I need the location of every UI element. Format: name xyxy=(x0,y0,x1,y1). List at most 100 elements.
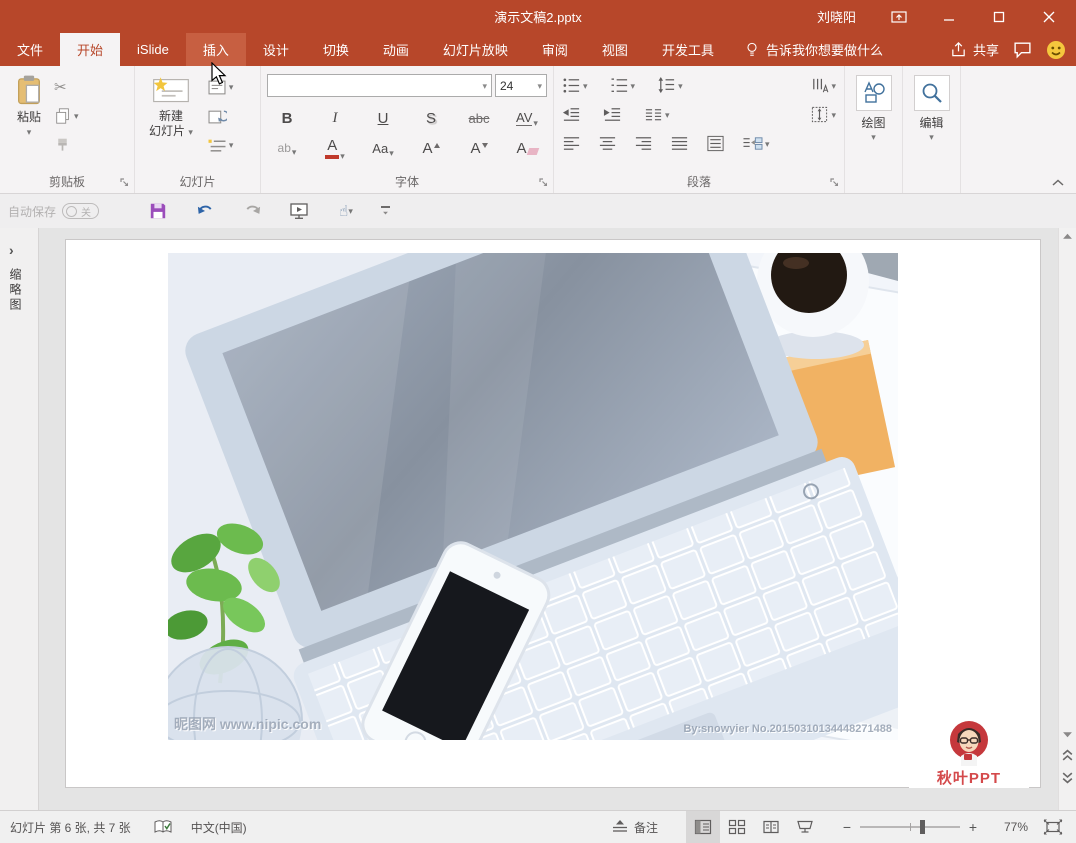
zoom-percentage[interactable]: 77% xyxy=(988,820,1028,834)
convert-smartart-button[interactable]: ▾ xyxy=(742,134,770,153)
view-reading-button[interactable] xyxy=(754,811,788,843)
font-color-dropdown-arrow[interactable]: ▾ xyxy=(340,153,345,159)
next-slide-icon[interactable] xyxy=(1062,771,1073,784)
text-shadow-button[interactable]: S xyxy=(419,110,443,127)
font-color-button[interactable]: A▾ xyxy=(323,137,347,159)
increase-indent-button[interactable] xyxy=(603,105,622,124)
clipboard-dialog-launcher[interactable] xyxy=(119,177,131,189)
touch-mode-dropdown-arrow[interactable]: ▾ xyxy=(348,208,353,214)
scroll-up-button[interactable] xyxy=(1062,231,1073,242)
line-spacing-dropdown-arrow[interactable]: ▾ xyxy=(678,83,683,89)
columns-dropdown-arrow[interactable]: ▾ xyxy=(665,112,670,118)
drawing-dropdown-arrow[interactable]: ▾ xyxy=(871,134,876,140)
new-slide-dropdown-arrow[interactable]: ▾ xyxy=(188,127,193,137)
maximize-button[interactable] xyxy=(978,0,1020,33)
format-painter-button[interactable] xyxy=(54,135,79,155)
slide-photo[interactable]: 昵图网 www.nipic.com By:snowyier No.2015031… xyxy=(168,253,898,740)
char-spacing-dropdown-arrow[interactable]: ▾ xyxy=(533,120,538,126)
tab-review[interactable]: 审阅 xyxy=(525,33,585,66)
numbering-button[interactable]: ▾ xyxy=(610,76,636,95)
text-direction-dropdown-arrow[interactable]: ▾ xyxy=(831,83,836,89)
previous-slide-icon[interactable] xyxy=(1062,749,1073,762)
close-button[interactable] xyxy=(1028,0,1070,33)
copy-button[interactable]: ▾ xyxy=(54,106,79,126)
thumbnail-pane-collapsed[interactable]: › 缩略图 xyxy=(0,228,39,810)
language-indicator[interactable]: 中文(中国) xyxy=(191,819,247,836)
clear-formatting-button[interactable]: A xyxy=(515,140,539,157)
smartart-dropdown-arrow[interactable]: ▾ xyxy=(765,141,770,147)
editing-dropdown-arrow[interactable]: ▾ xyxy=(929,134,934,140)
autosave-control[interactable]: 自动保存 关 xyxy=(8,203,99,220)
grow-font-button[interactable]: A xyxy=(419,140,443,157)
change-case-button[interactable]: Aa▾ xyxy=(371,141,395,156)
new-slide-button[interactable]: 新建 幻灯片 ▾ xyxy=(143,71,199,173)
font-name-dropdown-arrow[interactable]: ▾ xyxy=(482,83,487,89)
layout-dropdown-arrow[interactable]: ▾ xyxy=(229,84,234,90)
zoom-out-button[interactable]: − xyxy=(838,819,856,835)
decrease-indent-button[interactable] xyxy=(562,105,581,124)
bold-button[interactable]: B xyxy=(275,110,299,127)
paste-dropdown-arrow[interactable]: ▾ xyxy=(27,129,32,135)
numbering-dropdown-arrow[interactable]: ▾ xyxy=(631,83,636,89)
align-center-button[interactable] xyxy=(598,134,617,153)
ribbon-display-options-button[interactable] xyxy=(878,0,920,33)
start-slideshow-button[interactable] xyxy=(284,198,314,224)
slide-layout-button[interactable]: ▾ xyxy=(207,77,234,97)
save-button[interactable] xyxy=(143,198,173,224)
tab-developer[interactable]: 开发工具 xyxy=(645,33,731,66)
change-case-dropdown-arrow[interactable]: ▾ xyxy=(389,150,394,156)
view-slideshow-button[interactable] xyxy=(788,811,822,843)
font-size-dropdown-arrow[interactable]: ▾ xyxy=(537,83,542,89)
line-spacing-button[interactable]: ▾ xyxy=(657,76,683,95)
underline-button[interactable]: U xyxy=(371,110,395,127)
paragraph-dialog-launcher[interactable] xyxy=(829,177,841,189)
editing-button[interactable]: 编辑 ▾ xyxy=(914,71,950,173)
align-text-button[interactable]: ▾ xyxy=(810,105,836,124)
cut-button[interactable]: ✂ xyxy=(54,77,79,97)
view-normal-button[interactable] xyxy=(686,811,720,843)
character-spacing-button[interactable]: AV▾ xyxy=(515,110,539,126)
tab-home[interactable]: 开始 xyxy=(60,33,120,66)
font-name-combobox[interactable]: ▾ xyxy=(267,74,492,97)
collapse-ribbon-button[interactable] xyxy=(1052,179,1064,187)
smiley-feedback-icon[interactable] xyxy=(1046,40,1066,60)
vertical-scrollbar[interactable] xyxy=(1058,228,1076,810)
align-right-button[interactable] xyxy=(634,134,653,153)
shrink-font-button[interactable]: A xyxy=(467,140,491,157)
fit-slide-to-window-button[interactable] xyxy=(1034,811,1072,843)
text-direction-button[interactable]: ▾ xyxy=(810,76,836,95)
tell-me-box[interactable]: 告诉我你想要做什么 xyxy=(731,33,897,66)
tab-view[interactable]: 视图 xyxy=(585,33,645,66)
tab-slideshow[interactable]: 幻灯片放映 xyxy=(426,33,525,66)
expand-pane-chevron-icon[interactable]: › xyxy=(9,242,14,258)
bullets-button[interactable]: ▾ xyxy=(562,76,588,95)
undo-button[interactable] xyxy=(190,198,220,224)
tab-file[interactable]: 文件 xyxy=(0,33,60,66)
autosave-toggle[interactable]: 关 xyxy=(62,203,99,219)
section-dropdown-arrow[interactable]: ▾ xyxy=(229,142,234,148)
italic-button[interactable]: I xyxy=(323,110,347,127)
strikethrough-button[interactable]: abc xyxy=(467,111,491,126)
align-left-button[interactable] xyxy=(562,134,581,153)
section-button[interactable]: ▾ xyxy=(207,135,234,155)
tab-islide[interactable]: iSlide xyxy=(120,33,186,66)
touch-mouse-mode-button[interactable]: ☝▾ xyxy=(331,198,361,224)
notes-button[interactable]: 备注 xyxy=(611,819,658,836)
zoom-slider-track[interactable] xyxy=(860,826,960,828)
tab-animations[interactable]: 动画 xyxy=(366,33,426,66)
tab-transitions[interactable]: 切换 xyxy=(306,33,366,66)
customize-qat-button[interactable] xyxy=(381,206,390,216)
align-text-dropdown-arrow[interactable]: ▾ xyxy=(831,112,836,118)
reset-slide-button[interactable] xyxy=(207,106,234,126)
distribute-text-button[interactable] xyxy=(706,134,725,153)
share-button[interactable]: 共享 xyxy=(950,40,999,59)
zoom-in-button[interactable]: + xyxy=(964,819,982,835)
zoom-slider-thumb[interactable] xyxy=(920,820,925,834)
paste-button[interactable]: 粘贴 ▾ xyxy=(10,71,48,173)
minimize-button[interactable] xyxy=(928,0,970,33)
font-dialog-launcher[interactable] xyxy=(538,177,550,189)
justify-button[interactable] xyxy=(670,134,689,153)
columns-button[interactable]: ▾ xyxy=(644,105,670,124)
comments-icon[interactable] xyxy=(1013,40,1032,59)
highlight-button[interactable]: ab▾ xyxy=(275,141,299,155)
